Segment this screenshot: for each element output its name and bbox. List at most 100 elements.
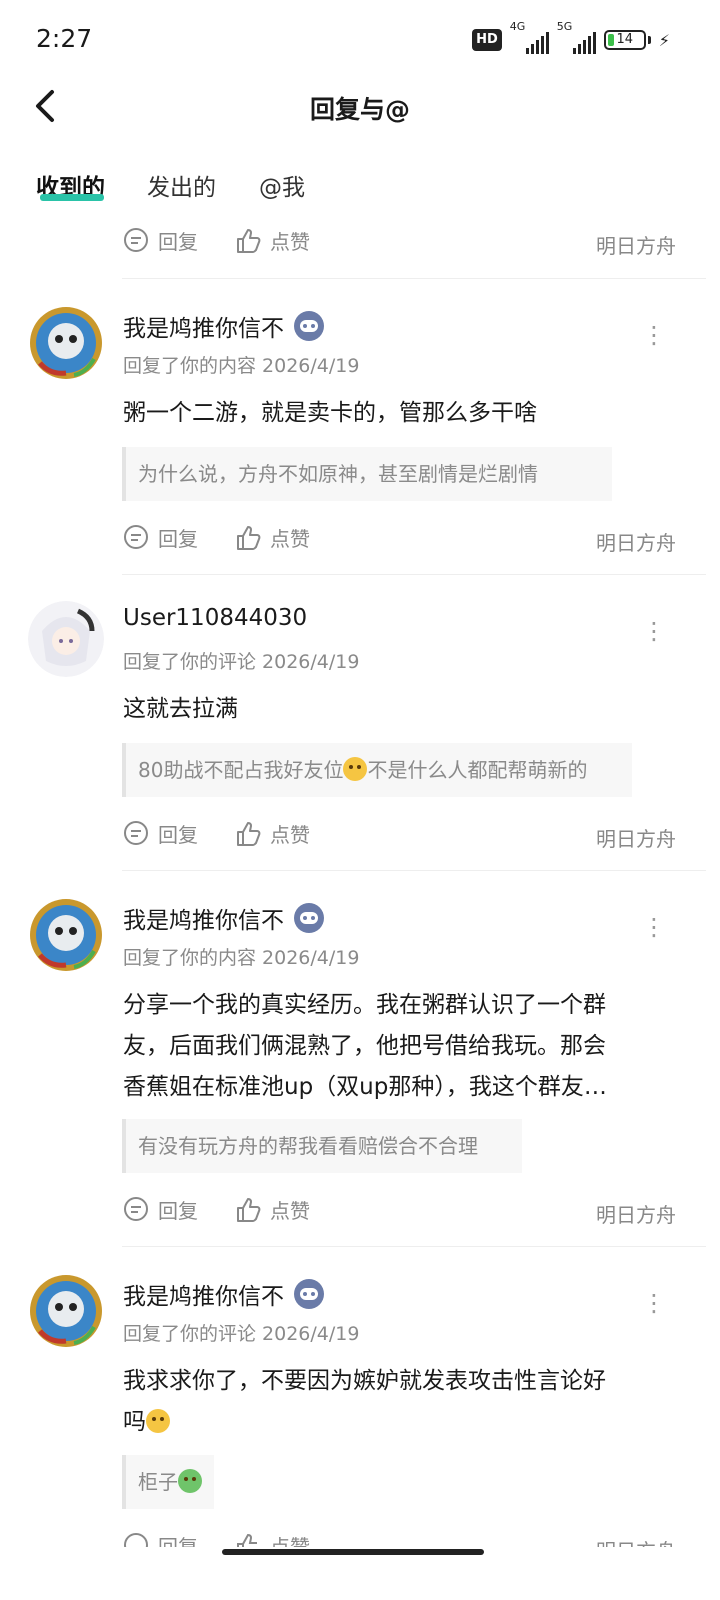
charging-icon: ⚡ [658, 30, 670, 50]
home-indicator[interactable] [222, 1549, 484, 1555]
tab-bar: 收到的 发出的 @我 [0, 160, 720, 210]
reply-content[interactable]: 分享一个我的真实经历。我在粥群认识了一个群 友，后面我们俩混熟了，他把号借给我玩… [123, 985, 670, 1108]
action-row: 回复 点赞 明日方舟 [0, 222, 720, 262]
source-label[interactable]: 明日方舟 [596, 230, 676, 259]
like-button[interactable]: 点赞 [234, 1531, 310, 1547]
quote-text: 柜子 [138, 1470, 178, 1494]
thumbs-up-icon [237, 525, 261, 550]
source-label[interactable]: 明日方舟 [596, 1535, 676, 1547]
list-item: 我是鸠推你信不 ⋮ 回复了你的内容 2026/4/19 粥一个二游，就是卖卡的，… [0, 279, 720, 574]
content-line: 吗 [123, 1402, 670, 1443]
active-tab-indicator [40, 194, 104, 201]
like-label: 点赞 [270, 823, 310, 847]
reply-meta: 回复了你的内容 2026/4/19 [123, 947, 360, 969]
avatar-image [30, 307, 102, 379]
reply-label: 回复 [158, 1535, 198, 1547]
nauseated-emoji-icon [178, 1469, 202, 1493]
battery-icon: 14 [603, 30, 646, 50]
avatar[interactable] [28, 305, 104, 381]
thumbs-up-icon [237, 1197, 261, 1222]
thumbs-up-icon [237, 228, 261, 253]
content-text: 吗 [123, 1409, 146, 1435]
quote-text: 80助战不配占我好友位 [138, 758, 344, 782]
reply-meta: 回复了你的内容 2026/4/19 [123, 355, 360, 377]
gamepad-icon [294, 903, 324, 933]
like-label: 点赞 [270, 527, 310, 551]
smirk-emoji-icon [343, 757, 368, 781]
action-row: 回复 点赞 明日方舟 [0, 1527, 720, 1547]
gamepad-icon [294, 311, 324, 341]
status-icons: HD 4G 5G 14 ⚡ [472, 20, 670, 54]
reply-button[interactable]: 回复 [122, 226, 198, 255]
reply-content[interactable]: 这就去拉满 [123, 689, 670, 730]
avatar[interactable] [28, 601, 104, 677]
reply-button[interactable]: 回复 [122, 1195, 198, 1224]
list-item: 我是鸠推你信不 ⋮ 回复了你的内容 2026/4/19 分享一个我的真实经历。我… [0, 871, 720, 1246]
like-label: 点赞 [270, 1535, 310, 1547]
comment-icon [124, 1196, 148, 1221]
header: 回复与@ [0, 84, 720, 128]
avatar-image [28, 601, 104, 677]
like-button[interactable]: 点赞 [234, 523, 310, 552]
username[interactable]: 我是鸠推你信不 [123, 901, 284, 935]
source-label[interactable]: 明日方舟 [596, 527, 676, 556]
more-options-icon[interactable]: ⋮ [642, 323, 666, 347]
reply-button[interactable]: 回复 [122, 523, 198, 552]
battery-cap [647, 36, 651, 44]
like-label: 点赞 [270, 230, 310, 254]
avatar-image [30, 899, 102, 971]
like-button[interactable]: 点赞 [234, 226, 310, 255]
list-item: User110844030 ⋮ 回复了你的评论 2026/4/19 这就去拉满 … [0, 575, 720, 870]
reply-button[interactable]: 回复 [122, 819, 198, 848]
username[interactable]: 我是鸠推你信不 [123, 309, 284, 343]
content-line: 友，后面我们俩混熟了，他把号借给我玩。那会 [123, 1033, 606, 1059]
comment-icon [124, 524, 148, 549]
username-row: 我是鸠推你信不 [123, 1277, 324, 1311]
like-button[interactable]: 点赞 [234, 1195, 310, 1224]
like-button[interactable]: 点赞 [234, 819, 310, 848]
more-options-icon[interactable]: ⋮ [642, 1291, 666, 1315]
avatar[interactable] [28, 1273, 104, 1349]
tab-sent[interactable]: 发出的 [147, 168, 216, 202]
reply-label: 回复 [158, 1199, 198, 1223]
avatar[interactable] [28, 897, 104, 973]
action-row: 回复 点赞 明日方舟 [0, 815, 720, 855]
page-title: 回复与@ [309, 95, 410, 124]
reply-label: 回复 [158, 527, 198, 551]
reply-meta: 回复了你的评论 2026/4/19 [123, 651, 360, 673]
reply-button[interactable]: 回复 [122, 1531, 198, 1547]
source-label[interactable]: 明日方舟 [596, 823, 676, 852]
comment-icon [124, 1532, 148, 1547]
reply-content[interactable]: 粥一个二游，就是卖卡的，管那么多干啥 [123, 393, 670, 434]
username-row: 我是鸠推你信不 [123, 309, 324, 343]
source-label[interactable]: 明日方舟 [596, 1199, 676, 1228]
reply-content[interactable]: 我求求你了，不要因为嫉妒就发表攻击性言论好 吗 [123, 1361, 670, 1443]
network-type-label-2: 5G [556, 20, 573, 33]
more-options-icon[interactable]: ⋮ [642, 619, 666, 643]
list-item: 我是鸠推你信不 ⋮ 回复了你的评论 2026/4/19 我求求你了，不要因为嫉妒… [0, 1247, 720, 1547]
quoted-content[interactable]: 为什么说，方舟不如原神，甚至剧情是烂剧情 [122, 447, 612, 501]
thumbs-up-icon [237, 821, 261, 846]
reply-feed[interactable]: 回复 点赞 明日方舟 我是鸠推你信不 ⋮ 回复了你的内容 2026/4/19 粥… [0, 222, 720, 1547]
more-options-icon[interactable]: ⋮ [642, 915, 666, 939]
battery-level: 14 [616, 32, 634, 47]
quoted-content[interactable]: 80助战不配占我好友位 不是什么人都配帮萌新的 [122, 743, 632, 797]
username[interactable]: User110844030 [123, 605, 307, 631]
reply-label: 回复 [158, 823, 198, 847]
status-bar: 2:27 HD 4G 5G 14 ⚡ [0, 0, 720, 84]
hd-icon: HD [472, 29, 502, 51]
content-line: 分享一个我的真实经历。我在粥群认识了一个群 [123, 992, 606, 1018]
quoted-content[interactable]: 柜子 [122, 1455, 214, 1509]
quote-text: 不是什么人都配帮萌新的 [367, 758, 588, 782]
smirk-emoji-icon [146, 1409, 170, 1433]
username-row: User110844030 [123, 605, 307, 631]
signal-icon-2: 5G [557, 20, 596, 54]
username-row: 我是鸠推你信不 [123, 901, 324, 935]
gamepad-icon [294, 1279, 324, 1309]
comment-icon [124, 227, 148, 252]
like-label: 点赞 [270, 1199, 310, 1223]
tab-mentions[interactable]: @我 [259, 168, 305, 202]
quoted-content[interactable]: 有没有玩方舟的帮我看看赔偿合不合理 [122, 1119, 522, 1173]
username[interactable]: 我是鸠推你信不 [123, 1277, 284, 1311]
thumbs-up-icon [237, 1533, 257, 1547]
